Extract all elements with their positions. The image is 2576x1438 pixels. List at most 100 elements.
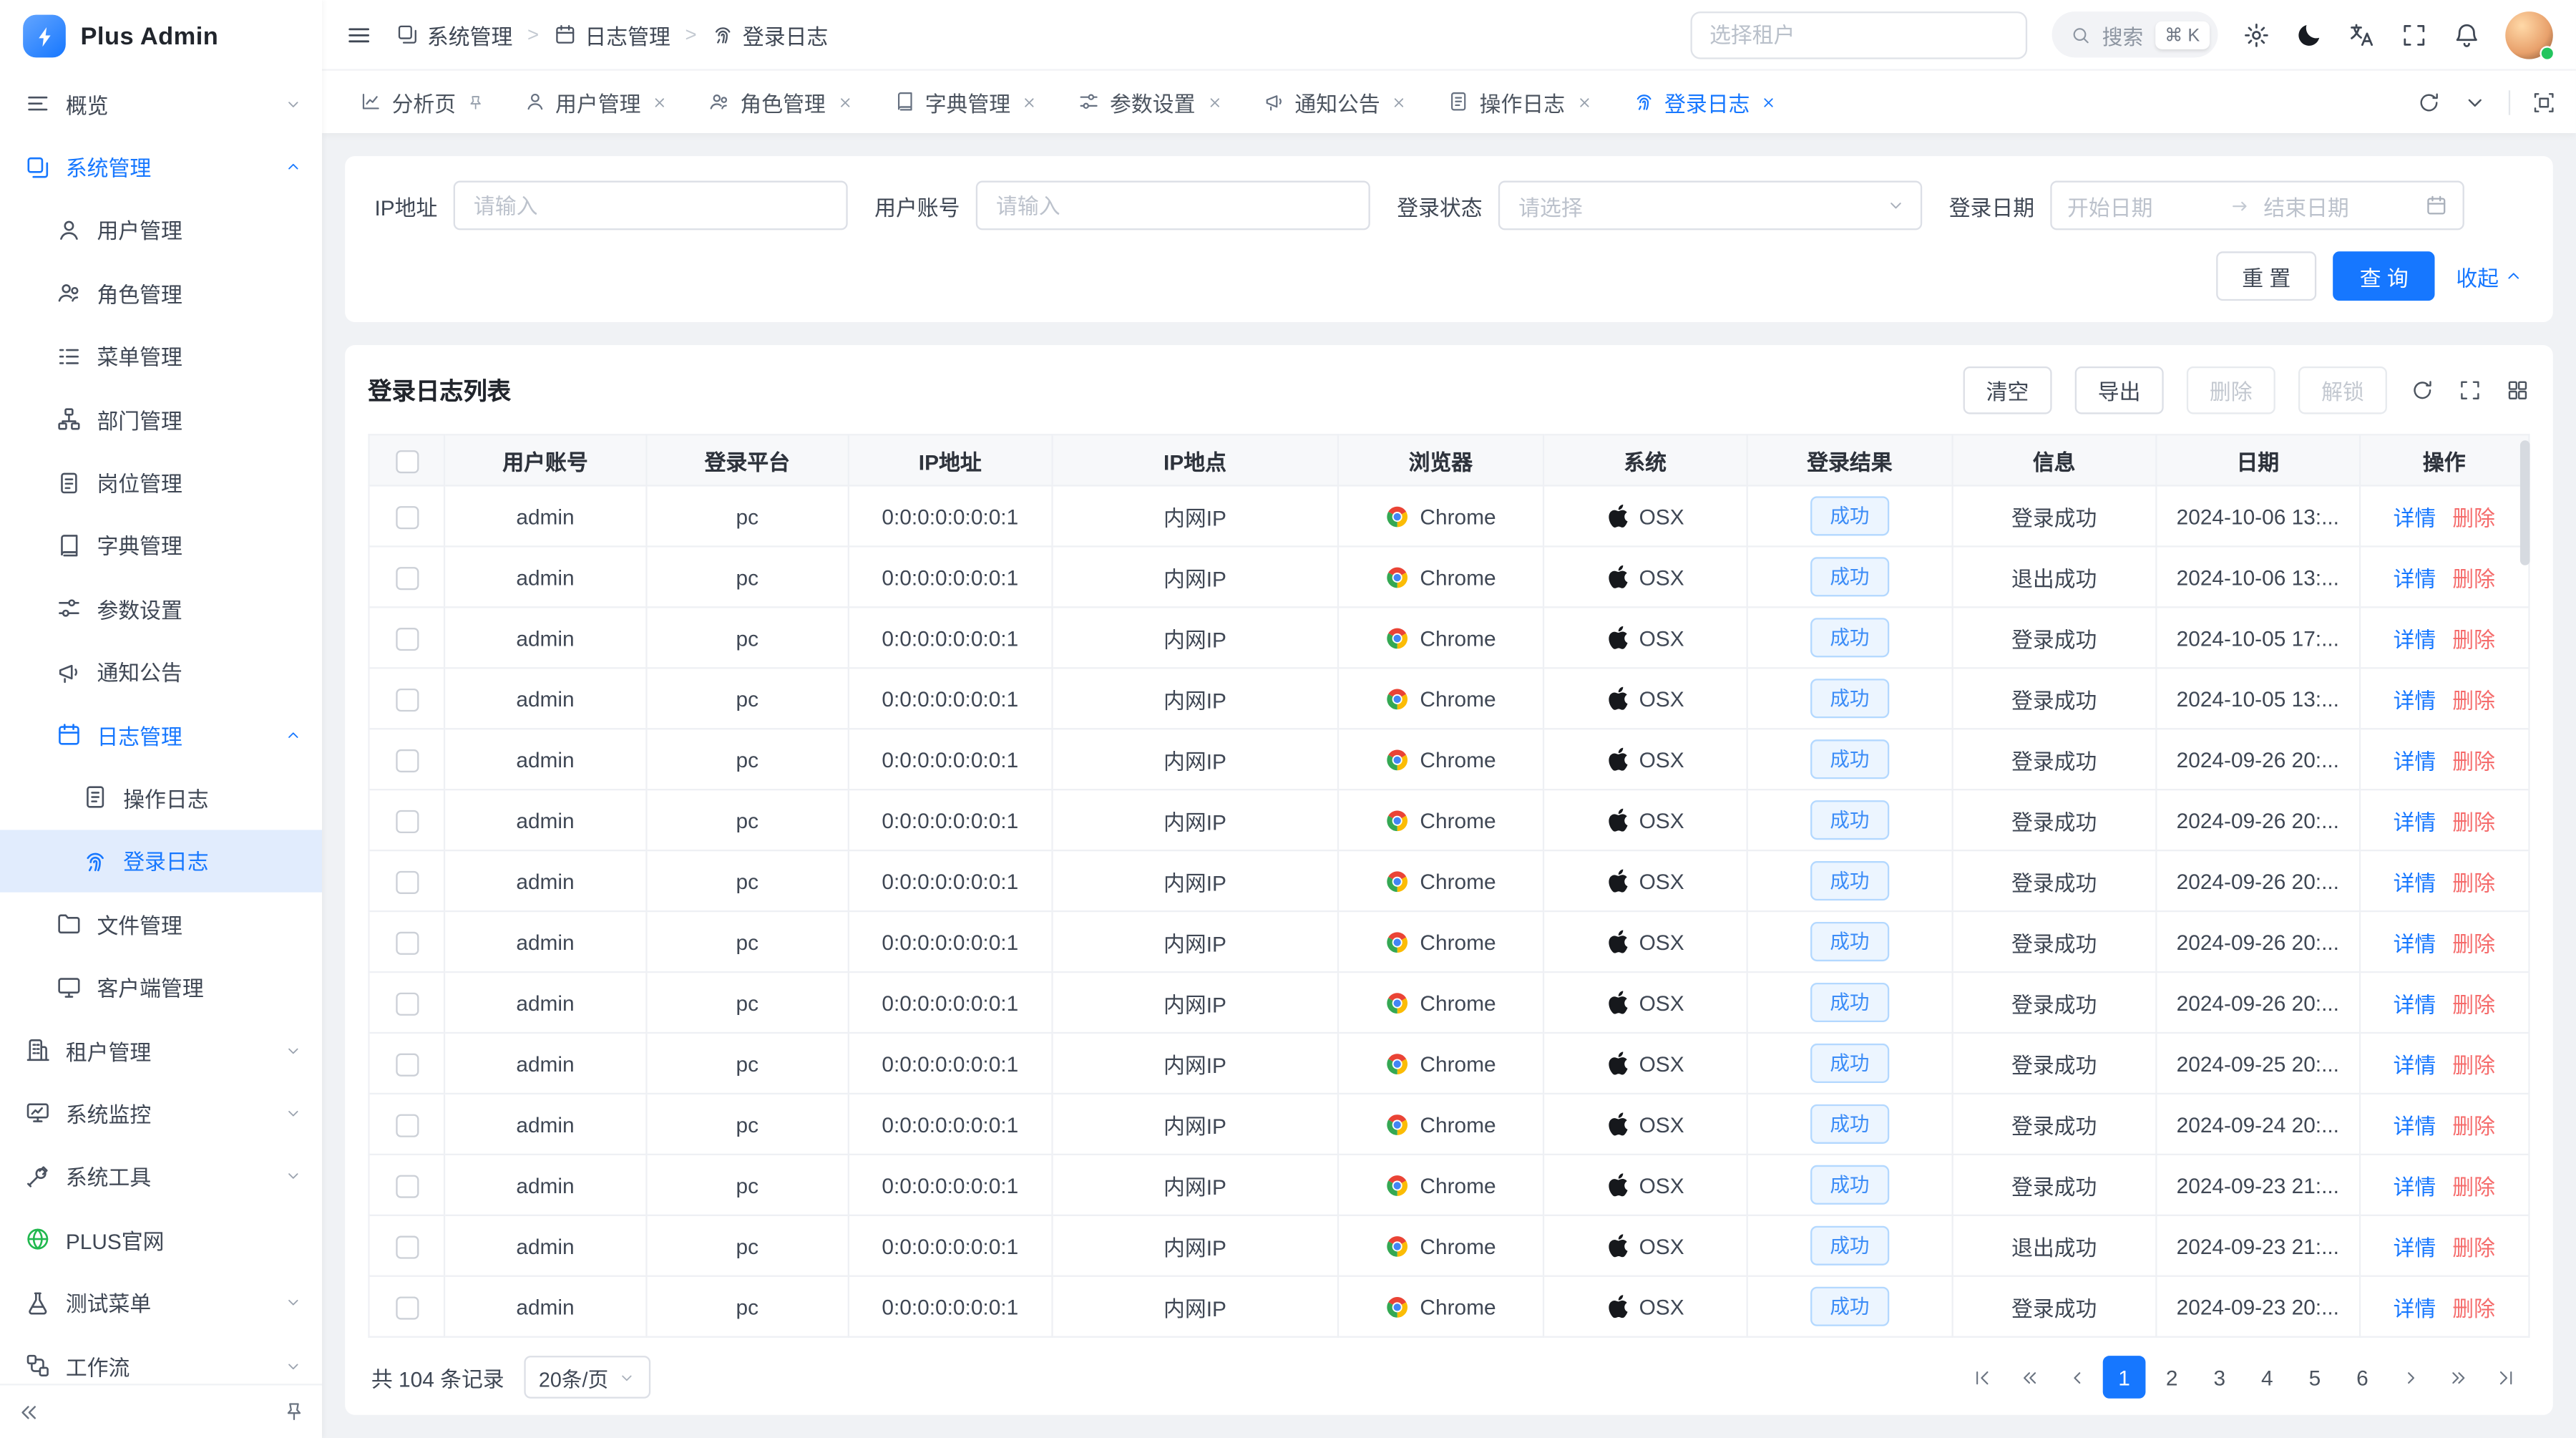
breadcrumb-item[interactable]: 日志管理 — [554, 19, 670, 50]
page-3-button[interactable]: 3 — [2198, 1356, 2241, 1399]
sidebar-item-post-management[interactable]: 岗位管理 — [0, 451, 322, 514]
delete-button[interactable]: 删除 — [2187, 366, 2275, 414]
row-checkbox[interactable] — [395, 1235, 418, 1258]
tab-menu-icon[interactable] — [2463, 89, 2487, 114]
collapse-sidebar-button[interactable] — [16, 1399, 41, 1424]
unlock-button[interactable]: 解锁 — [2298, 366, 2387, 414]
column-settings-icon[interactable] — [2505, 378, 2529, 402]
fullscreen-table-icon[interactable] — [2458, 378, 2482, 402]
language-icon[interactable] — [2348, 21, 2376, 49]
detail-link[interactable]: 详情 — [2394, 627, 2436, 651]
pin-sidebar-icon[interactable] — [283, 1400, 306, 1423]
delete-link[interactable]: 删除 — [2452, 1235, 2495, 1259]
sidebar-item-login-log[interactable]: 登录日志 — [0, 830, 322, 893]
ip-filter-input[interactable] — [454, 181, 848, 230]
select-all-checkbox[interactable] — [395, 450, 418, 473]
settings-icon[interactable] — [2243, 21, 2270, 49]
detail-link[interactable]: 详情 — [2394, 992, 2436, 1016]
row-checkbox[interactable] — [395, 506, 418, 529]
detail-link[interactable]: 详情 — [2394, 1296, 2436, 1320]
sidebar-item-client-management[interactable]: 客户端管理 — [0, 956, 322, 1019]
detail-link[interactable]: 详情 — [2394, 566, 2436, 591]
sidebar-item-notice-announcement[interactable]: 通知公告 — [0, 640, 322, 703]
detail-link[interactable]: 详情 — [2394, 810, 2436, 834]
page-5-button[interactable]: 5 — [2293, 1356, 2336, 1399]
jump-back-button[interactable] — [2008, 1356, 2051, 1399]
next-page-button[interactable] — [2389, 1356, 2431, 1399]
delete-link[interactable]: 删除 — [2452, 1113, 2495, 1137]
sidebar-item-role-management[interactable]: 角色管理 — [0, 261, 322, 324]
sidebar-item-system-tools[interactable]: 系统工具 — [0, 1145, 322, 1208]
maximize-content-icon[interactable] — [2532, 89, 2556, 114]
detail-link[interactable]: 详情 — [2394, 1053, 2436, 1077]
row-checkbox[interactable] — [395, 992, 418, 1015]
jump-forward-button[interactable] — [2436, 1356, 2479, 1399]
notifications-icon[interactable] — [2453, 21, 2481, 49]
first-page-button[interactable] — [1960, 1356, 2003, 1399]
delete-link[interactable]: 删除 — [2452, 688, 2495, 712]
refresh-page-icon[interactable] — [2416, 89, 2441, 114]
delete-link[interactable]: 删除 — [2452, 505, 2495, 530]
delete-link[interactable]: 删除 — [2452, 931, 2495, 956]
delete-link[interactable]: 删除 — [2452, 1053, 2495, 1077]
tab-login-log[interactable]: 登录日志 — [1614, 79, 1796, 125]
row-checkbox[interactable] — [395, 628, 418, 651]
logo[interactable]: Plus Admin — [0, 0, 322, 72]
sidebar-item-workflow[interactable]: 工作流 — [0, 1334, 322, 1384]
tab-dict-management[interactable]: 字典管理 — [875, 79, 1057, 125]
page-2-button[interactable]: 2 — [2150, 1356, 2193, 1399]
sidebar-item-log-management[interactable]: 日志管理 — [0, 703, 322, 766]
sidebar-item-overview[interactable]: 概览 — [0, 72, 322, 135]
detail-link[interactable]: 详情 — [2394, 1174, 2436, 1198]
row-checkbox[interactable] — [395, 1053, 418, 1076]
table-scrollbar-thumb[interactable] — [2520, 440, 2530, 565]
delete-link[interactable]: 删除 — [2452, 1296, 2495, 1320]
account-filter-input[interactable] — [976, 181, 1370, 230]
avatar[interactable] — [2505, 11, 2553, 59]
row-checkbox[interactable] — [395, 1114, 418, 1137]
sidebar-item-system-management[interactable]: 系统管理 — [0, 135, 322, 198]
delete-link[interactable]: 删除 — [2452, 627, 2495, 651]
delete-link[interactable]: 删除 — [2452, 810, 2495, 834]
row-checkbox[interactable] — [395, 1296, 418, 1319]
refresh-table-icon[interactable] — [2410, 378, 2434, 402]
sidebar-item-user-management[interactable]: 用户管理 — [0, 198, 322, 261]
status-filter-select[interactable]: 请选择 — [1499, 181, 1923, 230]
row-checkbox[interactable] — [395, 931, 418, 954]
page-6-button[interactable]: 6 — [2341, 1356, 2384, 1399]
delete-link[interactable]: 删除 — [2452, 1174, 2495, 1198]
sidebar-item-plus-site[interactable]: PLUS官网 — [0, 1208, 322, 1271]
fullscreen-icon[interactable] — [2400, 21, 2428, 49]
page-4-button[interactable]: 4 — [2245, 1356, 2288, 1399]
sidebar-item-test-menu[interactable]: 测试菜单 — [0, 1271, 322, 1334]
tab-operation-log[interactable]: 操作日志 — [1430, 79, 1611, 125]
delete-link[interactable]: 删除 — [2452, 870, 2495, 895]
sidebar-item-menu-management[interactable]: 菜单管理 — [0, 325, 322, 388]
search-button[interactable]: 搜索 ⌘ K — [2051, 11, 2218, 57]
row-checkbox[interactable] — [395, 870, 418, 893]
tenant-select-input[interactable] — [1690, 11, 2027, 59]
sidebar-item-dict-management[interactable]: 字典管理 — [0, 514, 322, 577]
tab-param-settings[interactable]: 参数设置 — [1060, 79, 1241, 125]
delete-link[interactable]: 删除 — [2452, 566, 2495, 591]
detail-link[interactable]: 详情 — [2394, 505, 2436, 530]
close-tab-icon[interactable] — [1205, 93, 1223, 111]
last-page-button[interactable] — [2484, 1356, 2527, 1399]
dark-mode-icon[interactable] — [2295, 21, 2323, 49]
sidebar-item-system-monitor[interactable]: 系统监控 — [0, 1082, 322, 1145]
row-checkbox[interactable] — [395, 810, 418, 832]
tab-analysis[interactable]: 分析页 — [342, 79, 502, 125]
detail-link[interactable]: 详情 — [2394, 1113, 2436, 1137]
page-size-select[interactable]: 20条/页 — [524, 1356, 651, 1399]
breadcrumb-item[interactable]: 系统管理 — [396, 19, 512, 50]
tab-role-management[interactable]: 角色管理 — [690, 79, 872, 125]
detail-link[interactable]: 详情 — [2394, 749, 2436, 773]
clear-button[interactable]: 清空 — [1963, 366, 2051, 414]
detail-link[interactable]: 详情 — [2394, 931, 2436, 956]
tab-notice-announcement[interactable]: 通知公告 — [1244, 79, 1426, 125]
query-button[interactable]: 查 询 — [2333, 251, 2434, 301]
close-tab-icon[interactable] — [836, 93, 854, 111]
close-tab-icon[interactable] — [1390, 93, 1408, 111]
menu-toggle-icon[interactable] — [345, 21, 373, 49]
sidebar-item-param-settings[interactable]: 参数设置 — [0, 577, 322, 640]
